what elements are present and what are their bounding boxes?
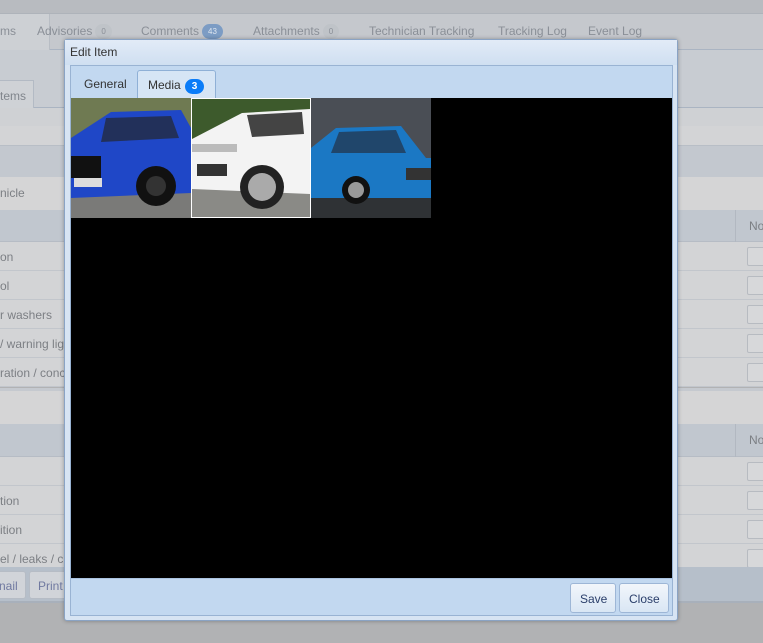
subtab-items[interactable]: tems <box>0 80 34 109</box>
section-label: nicle <box>0 186 25 200</box>
row-checkbox[interactable] <box>747 462 763 481</box>
tab-technician-tracking[interactable]: Technician Tracking <box>369 24 474 38</box>
dialog-title[interactable]: Edit Item <box>65 40 677 65</box>
tab-media[interactable]: Media 3 <box>137 70 216 98</box>
top-bar <box>0 0 763 14</box>
tab-comments[interactable]: Comments 43 <box>141 24 223 40</box>
email-button[interactable]: nail <box>0 571 26 599</box>
row-label: / warning lig <box>0 337 65 351</box>
blue-bmw-photo[interactable] <box>71 98 191 218</box>
close-button[interactable]: Close <box>619 583 669 613</box>
row-checkbox[interactable] <box>747 305 763 324</box>
tab-advisories[interactable]: Advisories 0 <box>37 24 112 40</box>
row-checkbox[interactable] <box>747 276 763 295</box>
row-checkbox[interactable] <box>747 491 763 510</box>
row-label: ition <box>0 523 23 537</box>
row-label: ol <box>0 279 10 293</box>
blue-mercedes-photo[interactable] <box>311 98 431 218</box>
row-checkbox[interactable] <box>747 334 763 353</box>
tab-label: Media <box>148 78 181 92</box>
edit-item-dialog: Edit Item General Media 3 Save Close <box>64 39 678 621</box>
row-label: r washers <box>0 308 53 322</box>
dialog-footer: Save Close <box>71 578 672 615</box>
column-header: No <box>735 424 763 457</box>
row-checkbox[interactable] <box>747 247 763 266</box>
media-gallery <box>71 98 672 578</box>
tab-label: ms <box>0 24 16 38</box>
row-checkbox[interactable] <box>747 520 763 539</box>
tab-label: Attachments <box>253 24 320 38</box>
tab-attachments[interactable]: Attachments 0 <box>253 24 340 40</box>
count-badge: 0 <box>95 24 112 40</box>
tab-tracking-log[interactable]: Tracking Log <box>498 24 567 38</box>
media-count-badge: 3 <box>184 79 205 94</box>
row-checkbox[interactable] <box>747 549 763 568</box>
tab-event-log[interactable]: Event Log <box>588 24 642 38</box>
count-badge: 0 <box>322 24 340 40</box>
tab-label: Advisories <box>37 24 93 38</box>
row-label: el / leaks / c <box>0 552 64 566</box>
tab-label: Comments <box>141 24 200 38</box>
row-checkbox[interactable] <box>747 363 763 382</box>
white-range-rover-photo[interactable] <box>191 98 311 218</box>
row-label: on <box>0 250 14 264</box>
count-badge: 43 <box>202 24 223 40</box>
row-label: tion <box>0 494 20 508</box>
tab-general[interactable]: General <box>74 70 137 98</box>
dialog-tabs: General Media 3 Save Close <box>70 65 673 616</box>
row-label: ration / conc <box>0 366 66 380</box>
tab-label: General <box>84 77 127 91</box>
column-header: No <box>735 210 763 242</box>
save-button[interactable]: Save <box>570 583 616 613</box>
